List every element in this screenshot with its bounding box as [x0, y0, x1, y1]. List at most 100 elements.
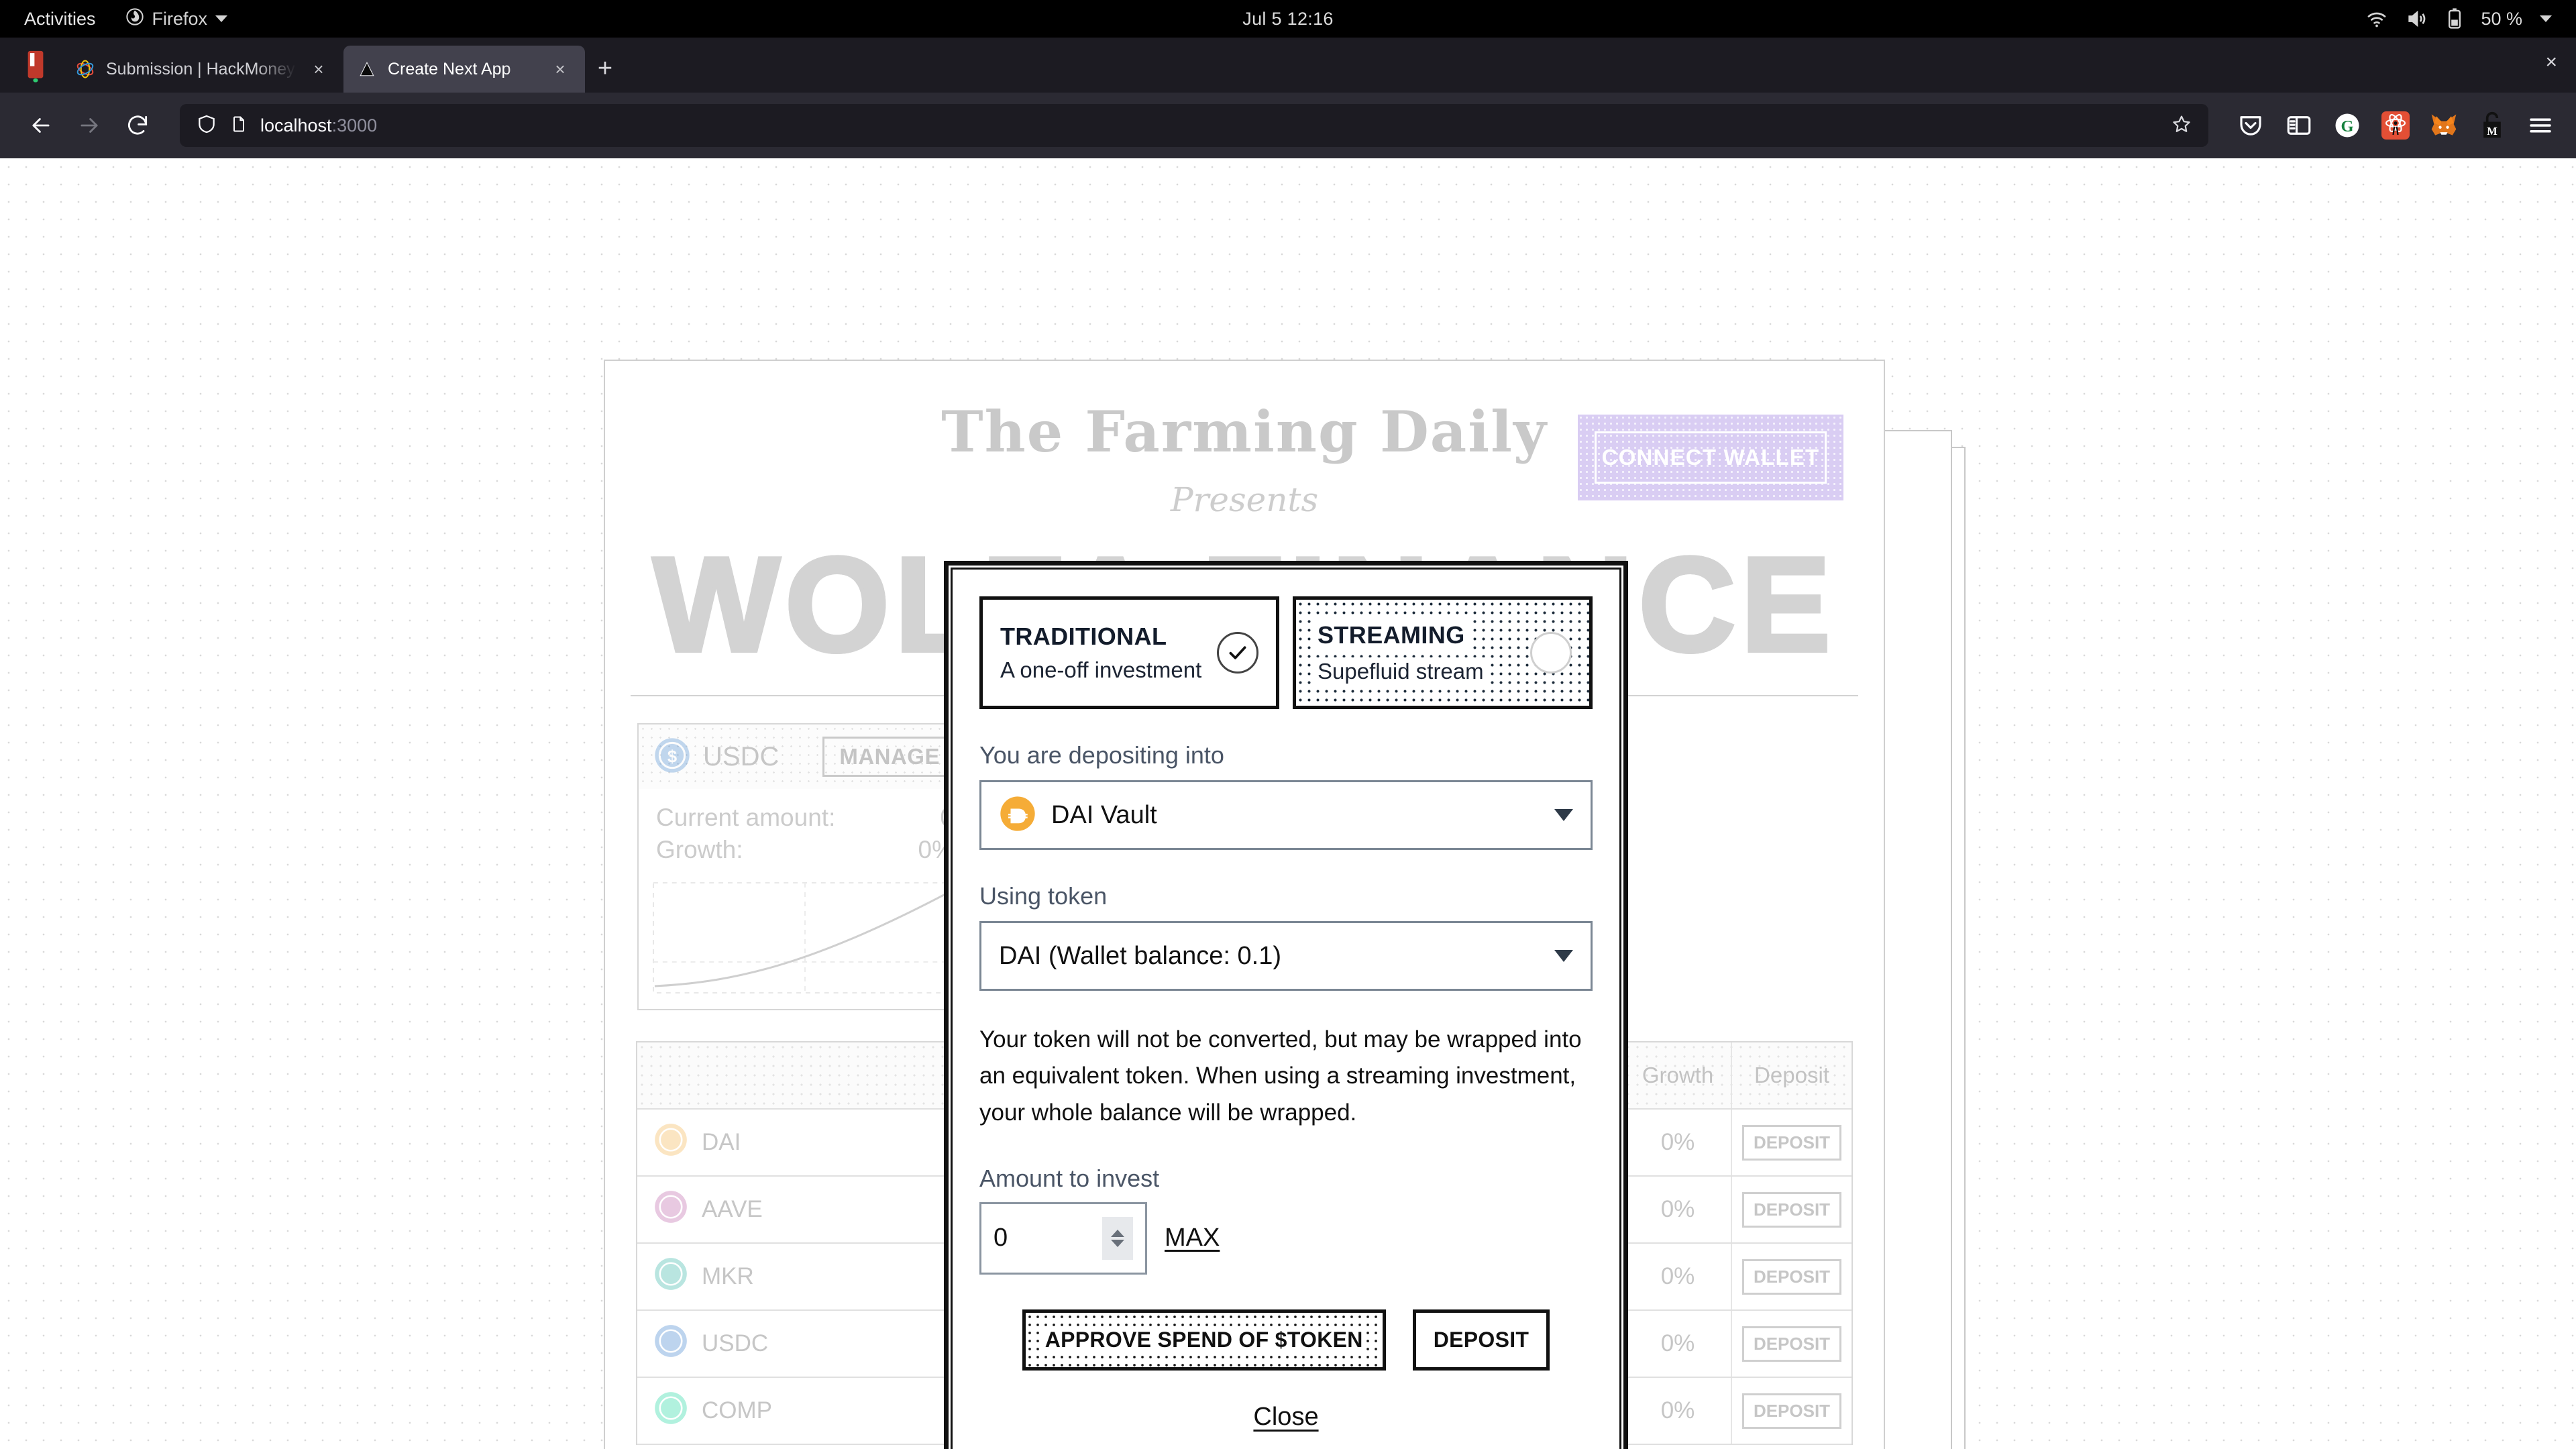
volume-icon: [2406, 7, 2428, 30]
deposit-modal-wrapper: TRADITIONAL A one-off investment STREAMI…: [944, 561, 1628, 1449]
firefox-app-icon: [9, 38, 62, 93]
position-stats: Current amount: 0 Growth: 0%: [639, 789, 971, 875]
new-tab-button[interactable]: +: [585, 48, 625, 89]
gnome-top-bar: Activities Firefox Jul 5 12:16 50 %: [0, 0, 2576, 38]
row-token-label: USDC: [702, 1330, 769, 1356]
tab-title: Submission | HackMoney 2: [106, 59, 297, 78]
option-traditional-title: TRADITIONAL: [1000, 623, 1167, 650]
mkr-coin-icon: [653, 1256, 688, 1297]
hackmoney-icon: [75, 59, 95, 79]
reload-button[interactable]: [117, 105, 158, 146]
vault-select-value: DAI Vault: [1051, 800, 1157, 829]
page-viewport: The Farming Daily Presents CONNECT WALLE…: [0, 158, 2576, 1449]
grammarly-icon[interactable]: G: [2332, 110, 2363, 141]
svg-text:$: $: [667, 747, 677, 766]
vault-field-label: You are depositing into: [979, 741, 1224, 769]
window-close-button[interactable]: ×: [2545, 51, 2557, 74]
position-token-name: USDC: [703, 741, 780, 771]
check-icon[interactable]: [1217, 632, 1258, 674]
sidebar-icon[interactable]: [2284, 110, 2314, 141]
max-link[interactable]: MAX: [1165, 1224, 1220, 1252]
url-host: localhost: [260, 115, 332, 136]
comp-coin-icon: [653, 1391, 688, 1432]
row-deposit-button[interactable]: DEPOSIT: [1741, 1258, 1842, 1295]
usdc-coin-icon: [653, 1324, 688, 1364]
row-deposit-cell: DEPOSIT: [1731, 1177, 1851, 1242]
row-deposit-cell: DEPOSIT: [1731, 1311, 1851, 1377]
extensions-area: G M: [2230, 110, 2556, 141]
shield-icon[interactable]: [196, 113, 217, 138]
row-growth: 0%: [1623, 1177, 1731, 1242]
url-bar[interactable]: localhost:3000: [180, 104, 2208, 147]
gnome-clock[interactable]: Jul 5 12:16: [0, 9, 2576, 30]
gnome-status-area[interactable]: 50 %: [2365, 7, 2552, 30]
tab-close-button[interactable]: ×: [549, 58, 572, 80]
url-port: :3000: [331, 115, 378, 136]
tab-close-button[interactable]: ×: [307, 58, 330, 80]
status-chevron-down-icon[interactable]: [2540, 15, 2552, 22]
row-growth: 0%: [1623, 1378, 1731, 1444]
chevron-down-icon: [1554, 950, 1573, 962]
row-deposit-cell: DEPOSIT: [1731, 1378, 1851, 1444]
usdc-coin-icon: $: [653, 737, 691, 777]
tab-title: Create Next App: [388, 59, 511, 78]
row-token-label: DAI: [702, 1129, 741, 1155]
navigation-toolbar: localhost:3000 G M: [0, 93, 2576, 158]
forward-button[interactable]: [68, 105, 110, 146]
privacy-lock-icon[interactable]: M: [2477, 110, 2508, 141]
option-streaming[interactable]: STREAMING Supefluid stream: [1293, 596, 1593, 709]
amount-input[interactable]: 0: [979, 1201, 1147, 1275]
row-deposit-cell: DEPOSIT: [1731, 1244, 1851, 1309]
amount-input-value: 0: [994, 1224, 1008, 1252]
current-amount-label: Current amount:: [656, 804, 836, 831]
dai-coin-icon: [999, 795, 1036, 836]
chevron-down-icon: [1554, 809, 1573, 821]
aave-coin-icon: [653, 1189, 688, 1230]
token-field-label: Using token: [979, 882, 1108, 910]
row-deposit-button[interactable]: DEPOSIT: [1741, 1124, 1842, 1161]
deposit-button[interactable]: DEPOSIT: [1412, 1309, 1550, 1371]
deposit-modal: TRADITIONAL A one-off investment STREAMI…: [944, 561, 1628, 1449]
stepper-down-icon[interactable]: [1111, 1239, 1124, 1247]
row-deposit-button[interactable]: DEPOSIT: [1741, 1191, 1842, 1228]
tab-create-next-app[interactable]: Create Next App ×: [343, 46, 585, 93]
amount-stepper[interactable]: [1102, 1216, 1133, 1260]
back-button[interactable]: [20, 105, 62, 146]
row-deposit-button[interactable]: DEPOSIT: [1741, 1326, 1842, 1362]
pocket-icon[interactable]: [2235, 110, 2266, 141]
row-token-label: MKR: [702, 1263, 754, 1289]
svg-text:M: M: [2487, 125, 2498, 138]
tab-submission-hackmoney[interactable]: Submission | HackMoney 2 ×: [62, 46, 343, 93]
page-info-icon[interactable]: [229, 115, 248, 137]
row-deposit-cell: DEPOSIT: [1731, 1110, 1851, 1175]
stepper-up-icon[interactable]: [1111, 1229, 1124, 1237]
vault-select[interactable]: DAI Vault: [979, 780, 1593, 850]
row-deposit-button[interactable]: DEPOSIT: [1741, 1393, 1842, 1429]
hamburger-menu-icon[interactable]: [2525, 110, 2556, 141]
dai-coin-icon: [653, 1122, 688, 1163]
option-streaming-title: STREAMING: [1313, 620, 1469, 651]
manage-button[interactable]: MANAGE: [822, 737, 957, 777]
option-traditional[interactable]: TRADITIONAL A one-off investment: [979, 596, 1279, 709]
firefox-window: Submission | HackMoney 2 × Create Next A…: [0, 38, 2576, 1449]
approve-spend-button[interactable]: APPROVE SPEND OF $TOKEN: [1022, 1309, 1386, 1371]
close-modal-link[interactable]: Close: [979, 1403, 1593, 1432]
token-select[interactable]: DAI (Wallet balance: 0.1): [979, 921, 1593, 991]
growth-label: Growth:: [656, 836, 743, 863]
position-card-usdc[interactable]: $ USDC MANAGE Current amount: 0: [637, 723, 973, 1010]
option-traditional-subtitle: A one-off investment: [1000, 657, 1202, 682]
masthead: The Farming Daily Presents CONNECT WALLE…: [605, 361, 1884, 519]
radio-unchecked-icon[interactable]: [1530, 632, 1572, 674]
tab-bar: Submission | HackMoney 2 × Create Next A…: [0, 38, 2576, 93]
row-growth: 0%: [1623, 1110, 1731, 1175]
react-devtools-icon[interactable]: [2380, 110, 2411, 141]
amount-field-label: Amount to invest: [979, 1164, 1160, 1192]
row-token-label: COMP: [702, 1397, 772, 1424]
bookmark-star-icon[interactable]: [2171, 113, 2192, 138]
row-token-label: AAVE: [702, 1196, 763, 1222]
url-input[interactable]: localhost:3000: [260, 115, 2159, 136]
connect-wallet-button[interactable]: CONNECT WALLET: [1578, 415, 1843, 500]
connect-wallet-label: CONNECT WALLET: [1595, 431, 1827, 484]
metamask-icon[interactable]: [2428, 110, 2459, 141]
wrapping-note: Your token will not be converted, but ma…: [979, 1026, 1582, 1126]
